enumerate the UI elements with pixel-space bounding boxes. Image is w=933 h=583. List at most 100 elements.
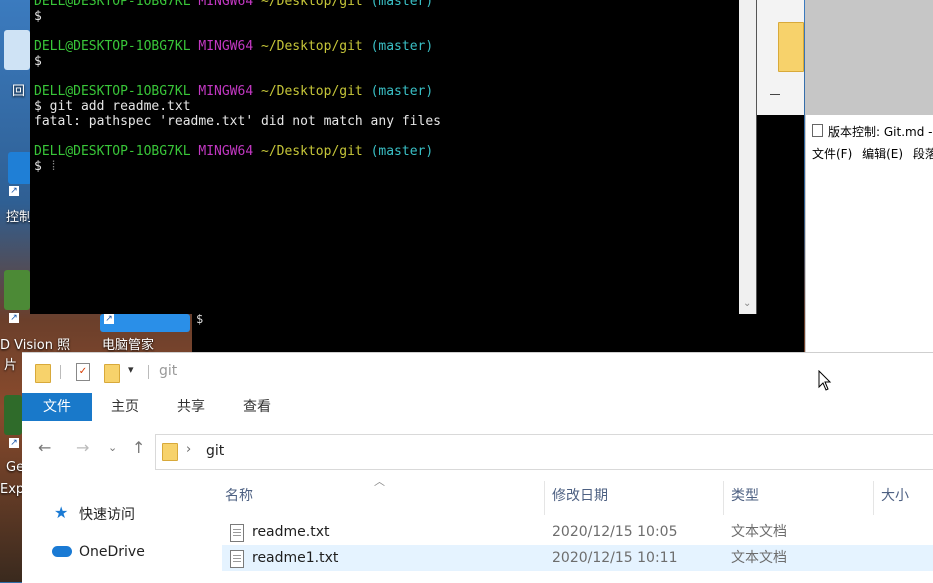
- address-row: ← → ⌄ ↑ › git: [22, 425, 933, 473]
- terminal-command-line: $: [34, 9, 42, 24]
- scroll-down-icon[interactable]: ⌄: [743, 298, 751, 309]
- text-file-icon: [230, 524, 244, 542]
- nav-quick-access[interactable]: 快速访问: [79, 504, 135, 524]
- column-separator[interactable]: [544, 481, 545, 515]
- file-type: 文本文档: [731, 524, 787, 540]
- terminal-command-line: $ git add readme.txt: [34, 99, 191, 114]
- prompt-user: DELL@DESKTOP-1OBG7KL: [34, 84, 191, 99]
- minimize-icon[interactable]: [770, 94, 780, 95]
- prompt-user: DELL@DESKTOP-1OBG7KL: [34, 144, 191, 159]
- git-bash-terminal[interactable]: DELL@DESKTOP-1OBG7KL MINGW64 ~/Desktop/g…: [30, 0, 757, 314]
- separator: [148, 365, 149, 379]
- terminal-prompt-header: DELL@DESKTOP-1OBG7KL MINGW64 ~/Desktop/g…: [34, 84, 724, 99]
- column-header-size[interactable]: 大小: [881, 485, 909, 505]
- prompt-user: DELL@DESKTOP-1OBG7KL: [34, 0, 191, 9]
- prompt-system: MINGW64: [198, 144, 254, 159]
- sort-indicator-icon: ︿: [374, 475, 385, 488]
- shortcut-arrow-icon: ↗: [9, 438, 19, 448]
- terminal-prompt-header: DELL@DESKTOP-1OBG7KL MINGW64 ~/Desktop/g…: [34, 0, 724, 9]
- file-modified: 2020/12/15 10:05: [552, 524, 678, 540]
- recycle-bin-icon[interactable]: [4, 30, 30, 70]
- window-title: git: [159, 363, 178, 379]
- cloud-icon: [52, 546, 72, 557]
- tab-view[interactable]: 查看: [226, 393, 288, 421]
- prompt-system: MINGW64: [198, 84, 254, 99]
- prompt-path: ~/Desktop/git: [261, 39, 363, 54]
- up-arrow-icon[interactable]: ↑: [132, 438, 145, 457]
- tab-share[interactable]: 共享: [160, 393, 222, 421]
- prompt-branch: (master): [370, 84, 434, 99]
- terminal-output-line: fatal: pathspec 'readme.txt' did not mat…: [34, 114, 441, 129]
- address-bar[interactable]: › git: [155, 434, 933, 470]
- navigation-pane: ★ 快速访问 OneDrive: [22, 473, 202, 583]
- customize-toolbar-icon[interactable]: ▾: [128, 363, 134, 376]
- column-header-name[interactable]: 名称: [225, 485, 253, 505]
- shortcut-arrow-icon: ↗: [104, 314, 114, 324]
- tab-home[interactable]: 主页: [94, 393, 156, 421]
- column-header-modified[interactable]: 修改日期: [552, 485, 608, 505]
- prompt-system: MINGW64: [198, 0, 254, 9]
- background-terminal: $: [192, 312, 804, 352]
- desktop-label-vision: D Vision 照: [0, 338, 71, 353]
- terminal-prompt-header: DELL@DESKTOP-1OBG7KL MINGW64 ~/Desktop/g…: [34, 144, 724, 159]
- column-separator[interactable]: [873, 481, 874, 515]
- terminal-cursor: ⁞: [41, 159, 58, 174]
- back-arrow-icon[interactable]: ←: [38, 438, 51, 457]
- notepad-app-icon: [812, 124, 823, 137]
- desktop-label-exp: Exp: [0, 482, 25, 497]
- prompt-system: MINGW64: [198, 39, 254, 54]
- file-name: readme1.txt: [252, 550, 339, 566]
- prompt-branch: (master): [370, 144, 434, 159]
- column-separator[interactable]: [723, 481, 724, 515]
- file-name: readme.txt: [252, 524, 330, 540]
- background-window-pane: [756, 0, 804, 115]
- desktop-label-recycle: 回: [12, 84, 26, 99]
- vision-app-icon[interactable]: [4, 270, 30, 310]
- background-terminal-edge: [756, 115, 804, 352]
- tab-file[interactable]: 文件: [22, 393, 92, 421]
- notepad-menu[interactable]: 文件(F) 编辑(E) 段落: [812, 145, 933, 162]
- back-terminal-prompt: $: [196, 312, 204, 326]
- file-list: ︿ 名称 修改日期 类型 大小 readme.txt 2020/12/15 10…: [222, 473, 933, 583]
- forward-arrow-icon[interactable]: →: [76, 438, 89, 457]
- file-explorer-window: ✓ ▾ git 文件 主页 共享 查看 ← → ⌄ ↑ › git ★ 快速访问…: [22, 352, 933, 583]
- notepad-title: 版本控制: Git.md -: [828, 125, 933, 139]
- terminal-prompt-header: DELL@DESKTOP-1OBG7KL MINGW64 ~/Desktop/g…: [34, 39, 724, 54]
- recent-locations-icon[interactable]: ⌄: [108, 441, 117, 454]
- column-header-type[interactable]: 类型: [731, 485, 759, 505]
- nav-onedrive[interactable]: OneDrive: [79, 544, 145, 560]
- geforce-icon[interactable]: [4, 395, 22, 435]
- prompt-branch: (master): [370, 39, 434, 54]
- quick-access-toolbar: ✓ ▾ git: [22, 353, 933, 389]
- desktop-label-pcmanager: 电脑管家: [102, 338, 155, 353]
- prompt-path: ~/Desktop/git: [261, 144, 363, 159]
- desktop-label-control: 控制: [6, 210, 33, 225]
- new-folder-icon[interactable]: [104, 364, 120, 383]
- chevron-right-icon[interactable]: ›: [186, 442, 191, 457]
- terminal-command-line: $ ⁞: [34, 159, 58, 174]
- properties-icon[interactable]: ✓: [76, 363, 90, 381]
- text-file-icon: [230, 550, 244, 568]
- ribbon-tabs: 文件 主页 共享 查看: [22, 389, 933, 426]
- file-row[interactable]: readme.txt 2020/12/15 10:05 文本文档: [222, 519, 933, 545]
- mouse-cursor-icon: [818, 370, 832, 391]
- file-modified: 2020/12/15 10:11: [552, 550, 678, 566]
- folder-icon: [778, 22, 804, 72]
- folder-icon: [162, 443, 178, 461]
- shortcut-arrow-icon: ↗: [9, 313, 19, 323]
- terminal-output: DELL@DESKTOP-1OBG7KL MINGW64 ~/Desktop/g…: [34, 0, 724, 174]
- terminal-scrollbar[interactable]: ⌄: [739, 0, 756, 314]
- address-text: git: [206, 443, 225, 459]
- background-window-top: [805, 0, 933, 115]
- control-panel-icon[interactable]: [8, 152, 32, 184]
- file-row-selected[interactable]: readme1.txt 2020/12/15 10:11 文本文档: [222, 545, 933, 571]
- shortcut-arrow-icon: ↗: [9, 186, 19, 196]
- terminal-command-line: $: [34, 54, 42, 69]
- desktop-label-vision-2: 片: [4, 358, 18, 373]
- prompt-path: ~/Desktop/git: [261, 84, 363, 99]
- file-type: 文本文档: [731, 550, 787, 566]
- notepad-window: 版本控制: Git.md - 文件(F) 编辑(E) 段落: [805, 115, 933, 352]
- star-icon: ★: [54, 503, 69, 522]
